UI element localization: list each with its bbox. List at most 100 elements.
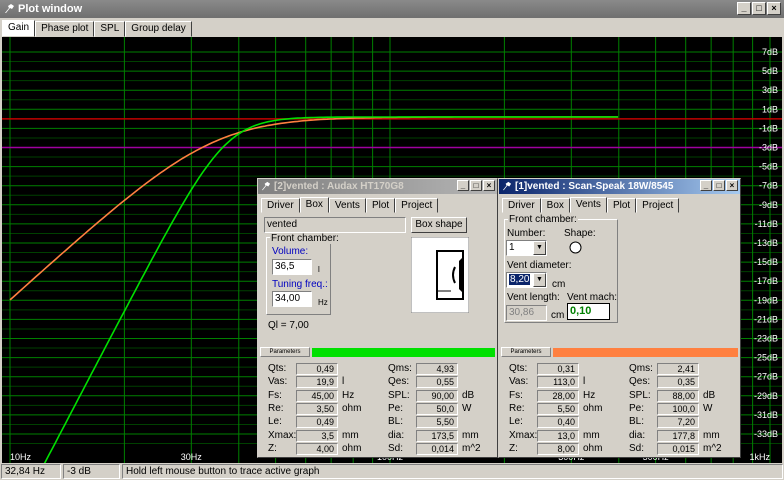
param-row: Fs: 28,00 Hz	[499, 389, 617, 403]
tab-plot[interactable]: Plot	[365, 198, 396, 213]
vent-mach-label: Vent mach:	[567, 292, 618, 303]
param-row: SPL: 88,00 dB	[619, 389, 737, 403]
param-name: Qms:	[629, 363, 653, 374]
param-name: Vas:	[509, 376, 529, 388]
y-tick-label: 5dB	[762, 66, 778, 76]
param-value: 0,40	[537, 416, 579, 429]
tab-driver[interactable]: Driver	[261, 198, 300, 213]
param-name: SPL:	[388, 389, 410, 401]
tab-vents[interactable]: Vents	[569, 197, 607, 213]
param-row: Z: 4,00 ohm	[258, 442, 376, 456]
app-icon	[5, 4, 14, 13]
window-2-titlebar[interactable]: [2]vented : Audax HT170G8 _ □ ×	[258, 179, 497, 194]
param-row: BL: 5,50	[378, 416, 496, 429]
param-value: 4,00	[296, 442, 338, 455]
tab-vents[interactable]: Vents	[328, 198, 366, 213]
tab-project[interactable]: Project	[636, 198, 680, 213]
y-tick-label: -13dB	[754, 238, 778, 248]
box-shape-button[interactable]: Box shape	[411, 217, 467, 233]
minimize-button[interactable]: _	[457, 180, 469, 191]
param-value: 4,93	[416, 363, 458, 375]
param-name: BL:	[629, 416, 645, 428]
maximize-button[interactable]: □	[713, 180, 725, 191]
tab-group-delay[interactable]: Group delay	[125, 21, 192, 37]
param-value: 0,014	[416, 442, 458, 455]
tab-gain[interactable]: Gain	[2, 20, 36, 37]
param-name: Z:	[509, 442, 518, 454]
param-name: Xmax:	[509, 429, 538, 441]
param-row: Vas: 113,0 l	[499, 376, 617, 389]
maximize-button[interactable]: □	[470, 180, 482, 191]
param-value: 173,5	[416, 429, 458, 442]
param-unit: mm	[583, 429, 600, 441]
param-name: Pe:	[629, 402, 645, 414]
param-name: BL:	[388, 416, 404, 428]
minimize-button[interactable]: _	[737, 2, 751, 15]
y-tick-label: -19dB	[754, 295, 778, 305]
param-value: 0,55	[416, 376, 458, 389]
param-value: 88,00	[657, 389, 699, 402]
driver-window-1[interactable]: [1]vented : Scan-Speak 18W/8545 _ □ × Dr…	[498, 178, 741, 458]
tab-box[interactable]: Box	[540, 198, 570, 213]
volume-label: Volume:	[272, 246, 309, 257]
maximize-button[interactable]: □	[752, 2, 766, 15]
volume-input[interactable]: 36,5	[272, 259, 312, 275]
param-name: Qms:	[388, 363, 412, 374]
param-value: 7,20	[657, 416, 699, 429]
tuning-freq-input[interactable]: 34,00	[272, 291, 312, 307]
param-value: 19,9	[296, 376, 338, 389]
param-value: 5,50	[416, 416, 458, 429]
parameters-bar: Parameters	[260, 347, 495, 358]
tab-project[interactable]: Project	[395, 198, 439, 213]
number-select[interactable]: 1 ▼	[506, 240, 547, 256]
param-name: Pe:	[388, 402, 404, 414]
close-button[interactable]: ×	[726, 180, 738, 191]
window-titlebar[interactable]: Plot window _ □ ×	[0, 0, 784, 18]
param-row: Re: 3,50 ohm	[258, 402, 376, 416]
tuning-freq-label: Tuning freq.:	[272, 279, 328, 290]
param-row: dia: 177,8 mm	[619, 429, 737, 443]
driver-window-2[interactable]: [2]vented : Audax HT170G8 _ □ × Driver B…	[257, 178, 498, 458]
chevron-down-icon[interactable]: ▼	[533, 241, 546, 255]
box-shape-preview	[411, 237, 469, 313]
param-value: 100,0	[657, 402, 699, 415]
param-name: Fs:	[509, 389, 523, 401]
param-name: Fs:	[268, 389, 282, 401]
param-value: 28,00	[537, 389, 579, 402]
parameters-label: Parameters	[260, 347, 310, 357]
param-row: Xmax: 13,0 mm	[499, 429, 617, 443]
param-unit: mm	[462, 429, 479, 441]
close-button[interactable]: ×	[767, 2, 781, 15]
tab-spl[interactable]: SPL	[94, 21, 126, 37]
param-row: dia: 173,5 mm	[378, 429, 496, 443]
front-chamber-label: Front chamber:	[270, 233, 340, 244]
window-1-titlebar[interactable]: [1]vented : Scan-Speak 18W/8545 _ □ ×	[499, 179, 740, 194]
round-shape-icon[interactable]	[569, 241, 582, 254]
y-tick-label: -27dB	[754, 372, 778, 382]
param-row: Pe: 50,0 W	[378, 402, 496, 416]
vent-diameter-select[interactable]: 8,20 ▼	[506, 272, 547, 288]
param-name: Qes:	[388, 376, 410, 388]
param-unit: ohm	[583, 442, 603, 454]
y-tick-label: 3dB	[762, 85, 778, 95]
param-name: SPL:	[629, 389, 651, 401]
param-name: Sd:	[629, 442, 645, 454]
vent-diameter-label: Vent diameter:	[507, 260, 572, 271]
param-unit: ohm	[583, 402, 603, 414]
chevron-down-icon[interactable]: ▼	[533, 273, 546, 287]
param-value: 5,50	[537, 402, 579, 415]
tab-box[interactable]: Box	[299, 197, 329, 213]
param-name: Z:	[268, 442, 277, 454]
tab-driver[interactable]: Driver	[502, 198, 541, 213]
param-name: dia:	[629, 429, 646, 441]
close-button[interactable]: ×	[483, 180, 495, 191]
vent-length-unit: cm	[551, 310, 565, 321]
param-value: 3,5	[296, 429, 338, 442]
param-row: Le: 0,40	[499, 416, 617, 429]
param-name: Qts:	[268, 363, 287, 374]
window-title: Plot window	[18, 3, 83, 15]
tab-phase-plot[interactable]: Phase plot	[35, 21, 95, 37]
minimize-button[interactable]: _	[700, 180, 712, 191]
param-unit: m^2	[462, 442, 481, 454]
tab-plot[interactable]: Plot	[606, 198, 637, 213]
